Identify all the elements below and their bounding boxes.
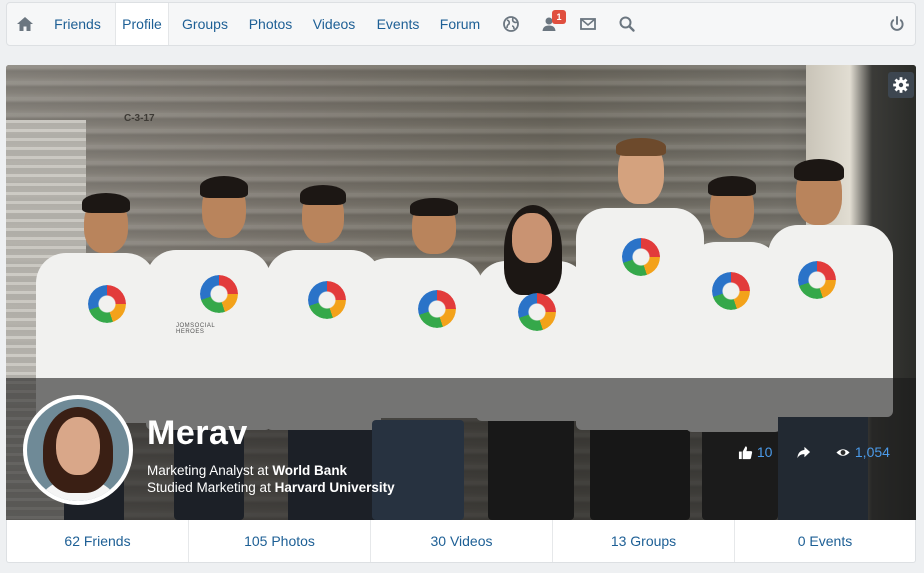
share-button[interactable] <box>796 442 811 462</box>
eye-icon <box>836 449 850 456</box>
profile-cover: C-3-17 JOMSOCIAL HEROES Merav Marketing … <box>6 65 916 520</box>
tab-friends[interactable]: 62 Friends <box>7 520 189 562</box>
cover-shirt-text: JOMSOCIAL HEROES <box>176 323 215 335</box>
education-prefix: Studied Marketing at <box>147 480 275 495</box>
view-count: 1,054 <box>835 442 890 462</box>
friend-requests-button[interactable]: 1 <box>540 10 566 34</box>
nav-videos[interactable]: Videos <box>306 3 362 45</box>
mail-icon[interactable] <box>578 14 598 34</box>
occupation-employer: World Bank <box>272 463 348 478</box>
tab-videos[interactable]: 30 Videos <box>371 520 553 562</box>
views-value: 1,054 <box>854 444 890 460</box>
tab-photos[interactable]: 105 Photos <box>189 520 371 562</box>
power-icon[interactable] <box>887 14 907 34</box>
cover-settings-button[interactable] <box>888 72 914 98</box>
profile-occupation: Marketing Analyst at World Bank <box>147 463 347 478</box>
cover-sign-text: C-3-17 <box>124 113 155 124</box>
nav-groups[interactable]: Groups <box>175 3 235 45</box>
notification-badge: 1 <box>552 10 566 24</box>
profile-education: Studied Marketing at Harvard University <box>147 480 395 495</box>
top-navbar: Friends Profile Groups Photos Videos Eve… <box>6 2 916 46</box>
occupation-prefix: Marketing Analyst at <box>147 463 273 478</box>
home-icon[interactable] <box>15 14 35 34</box>
profile-avatar[interactable] <box>23 395 133 505</box>
cover-info-overlay <box>6 378 916 520</box>
nav-profile[interactable]: Profile <box>115 3 169 45</box>
education-school: Harvard University <box>274 480 395 495</box>
nav-events[interactable]: Events <box>370 3 426 45</box>
nav-friends[interactable]: Friends <box>47 3 108 45</box>
like-count: 10 <box>756 444 773 460</box>
nav-forum[interactable]: Forum <box>434 3 486 45</box>
tab-events[interactable]: 0 Events <box>735 520 915 562</box>
nav-photos[interactable]: Photos <box>243 3 298 45</box>
profile-stats-tabs: 62 Friends 105 Photos 30 Videos 13 Group… <box>6 520 916 563</box>
profile-name: Merav <box>147 414 248 452</box>
globe-icon[interactable] <box>501 14 521 34</box>
thumbs-up-icon <box>738 446 753 460</box>
avatar-face <box>56 417 100 475</box>
tab-groups[interactable]: 13 Groups <box>553 520 735 562</box>
share-icon <box>797 446 811 459</box>
gear-icon <box>893 77 909 93</box>
search-icon[interactable] <box>617 14 637 34</box>
like-button[interactable]: 10 <box>738 442 772 462</box>
